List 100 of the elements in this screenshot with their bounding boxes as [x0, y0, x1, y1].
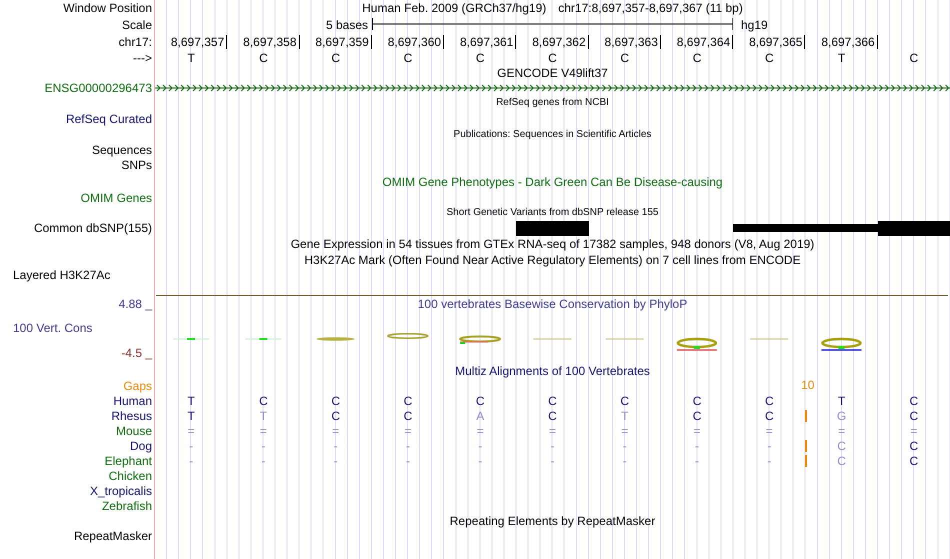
base-letter: C [548, 50, 557, 64]
aligned-base: - [261, 438, 266, 452]
aligned-base: - [261, 454, 266, 468]
aligned-base: C [404, 394, 412, 408]
base-letter: C [404, 50, 412, 64]
species-label[interactable]: Zebrafish [102, 498, 155, 512]
position-range: chr17:8,697,357-8,697,367 (11 bp) [558, 1, 743, 15]
base-letter: C [692, 50, 702, 64]
aligned-base: - [767, 454, 772, 468]
aligned-base: - [695, 454, 700, 468]
strand-label: ---> [133, 50, 153, 64]
variant-bar[interactable] [878, 220, 950, 236]
aligned-base: - [622, 438, 627, 452]
track-label[interactable]: Layered H3K27Ac [0, 268, 114, 282]
aligned-base: C [331, 394, 340, 408]
aligned-base: - [334, 438, 338, 452]
aligned-base: C [620, 394, 630, 408]
position-label: 8,697,360 [388, 34, 444, 48]
aligned-base: C [331, 408, 340, 422]
aligned-base: - [478, 438, 482, 452]
base-letter: C [764, 50, 774, 64]
axis-max-label: 4.88 _ [118, 297, 152, 311]
aligned-base: - [406, 438, 410, 452]
aligned-base: C [837, 454, 846, 468]
aligned-base: C [692, 408, 702, 422]
variant-bar[interactable] [516, 220, 589, 236]
aligned-base: = [838, 424, 846, 438]
track-title: Repeating Elements by RepeatMasker [450, 514, 656, 528]
scale-text: 5 bases [326, 18, 368, 32]
aligned-base: = [332, 424, 340, 438]
track-label: Scale [122, 18, 153, 32]
aligned-base: - [478, 454, 482, 468]
aligned-base: C [404, 408, 412, 422]
aligned-base: C [476, 394, 485, 408]
species-label[interactable]: Dog [130, 438, 155, 452]
aligned-base: C [910, 438, 918, 452]
aligned-base: G [836, 408, 846, 422]
base-letter: C [620, 50, 630, 64]
aligned-base: T [621, 408, 628, 422]
position-label: 8,697,366 [821, 34, 878, 48]
track-title: RefSeq genes from NCBI [496, 97, 609, 109]
position-label: 8,697,359 [315, 34, 372, 48]
aligned-base: - [189, 454, 194, 468]
track-label: Window Position [63, 1, 153, 15]
aligned-base: C [259, 394, 268, 408]
aligned-base: = [548, 424, 556, 438]
aligned-base: - [550, 454, 554, 468]
position-label: 8,697,363 [604, 34, 661, 48]
aligned-base: = [404, 424, 412, 438]
species-label[interactable]: Elephant [104, 454, 155, 468]
aligned-base: C [910, 408, 918, 422]
position-label: 8,697,362 [532, 34, 589, 48]
track-title: GENCODE V49lift37 [497, 66, 608, 80]
track-title: H3K27Ac Mark (Often Found Near Active Regulatory Elements) on 7 cell lines from ENCODE [304, 252, 801, 266]
aligned-base: - [334, 454, 338, 468]
track-label[interactable]: Sequences [92, 142, 155, 156]
position-label: 8,697,357 [170, 34, 228, 48]
aligned-base: C [910, 454, 918, 468]
track-title: Multiz Alignments of 100 Vertebrates [455, 364, 650, 378]
aligned-base: = [766, 424, 773, 438]
aligned-base: - [189, 438, 194, 452]
aligned-base: = [694, 424, 701, 438]
assembly-title: Human Feb. 2009 (GRCh37/hg19) [362, 1, 546, 15]
species-label[interactable]: X_tropicalis [90, 484, 155, 498]
aligned-base: C [548, 408, 557, 422]
aligned-base: = [621, 424, 628, 438]
aligned-base: C [837, 438, 846, 452]
aligned-base: = [910, 424, 918, 438]
track-title: Short Genetic Variants from dbSNP release 155 [446, 207, 658, 219]
aligned-base: C [548, 394, 557, 408]
species-label[interactable]: Chicken [108, 468, 155, 482]
aligned-base: - [406, 454, 410, 468]
track-label[interactable]: RefSeq Curated [66, 112, 155, 126]
aligned-base: C [910, 394, 918, 408]
track-title: OMIM Gene Phenotypes - Dark Green Can Be Disease-causing [382, 174, 723, 188]
aligned-base: - [695, 438, 700, 452]
species-label[interactable]: Rhesus [111, 408, 155, 422]
gene-label[interactable]: ENSG00000296473 [44, 81, 155, 95]
track-label[interactable]: Common dbSNP(155) [34, 221, 155, 235]
base-letter: C [259, 50, 268, 64]
aligned-base: T [187, 394, 195, 408]
track-label[interactable]: SNPs [121, 158, 155, 172]
track-label[interactable]: OMIM Genes [80, 191, 155, 205]
base-letter: C [331, 50, 340, 64]
aligned-base: - [767, 438, 772, 452]
track-label: chr17: [118, 34, 153, 48]
track-title: 100 vertebrates Basewise Conservation by PhyloP [418, 297, 688, 311]
aligned-base: T [187, 408, 195, 422]
aligned-base: - [622, 454, 627, 468]
track-title: Gene Expression in 54 tissues from GTEx RNA-seq of 17382 samples, 948 donors (V8, Aug 2019) [290, 237, 814, 251]
assembly-name: hg19 [741, 18, 768, 32]
track-label[interactable]: RepeatMasker [74, 528, 155, 542]
aligned-base: = [476, 424, 484, 438]
track-label[interactable]: 100 Vert. Cons [13, 321, 92, 335]
aligned-base: C [692, 394, 702, 408]
position-label: 8,697,361 [460, 34, 516, 48]
species-label[interactable]: Mouse [116, 424, 155, 438]
aligned-base: C [764, 408, 774, 422]
species-label[interactable]: Human [113, 394, 155, 408]
base-letter: C [476, 50, 485, 64]
